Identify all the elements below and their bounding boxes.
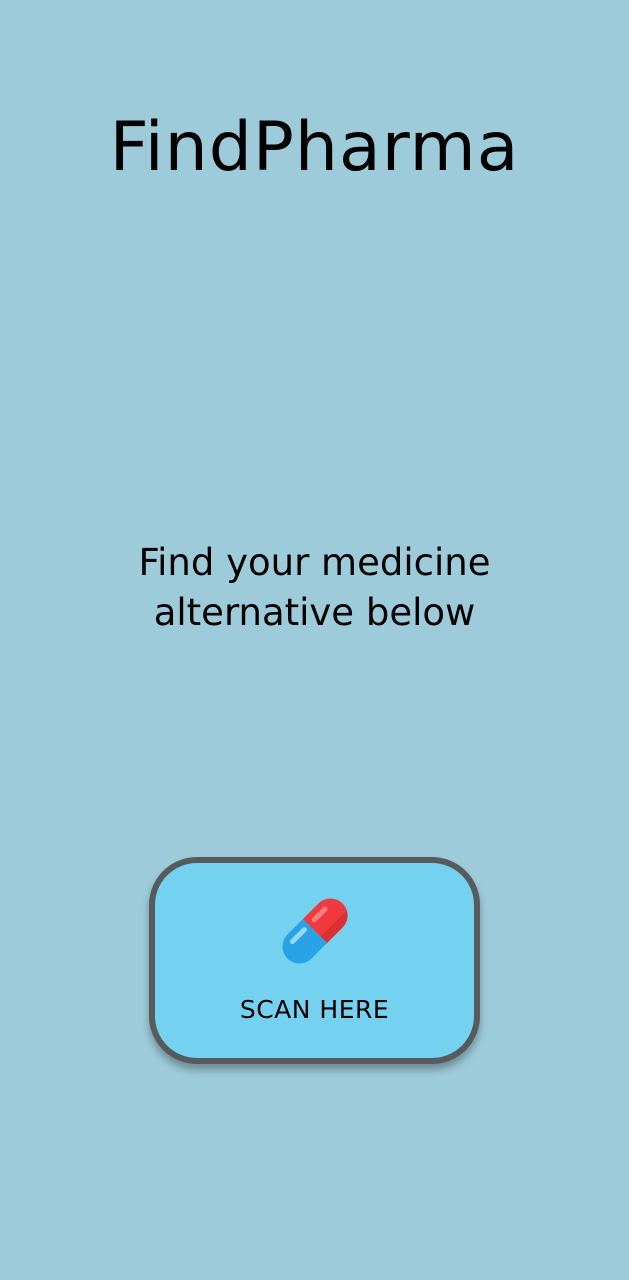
app-title: FindPharma — [109, 108, 520, 187]
scan-button-label: SCAN HERE — [239, 995, 390, 1024]
subtitle: Find your medicine alternative below — [138, 541, 491, 634]
pill-icon — [273, 889, 357, 973]
scan-button[interactable]: SCAN HERE — [149, 857, 480, 1064]
